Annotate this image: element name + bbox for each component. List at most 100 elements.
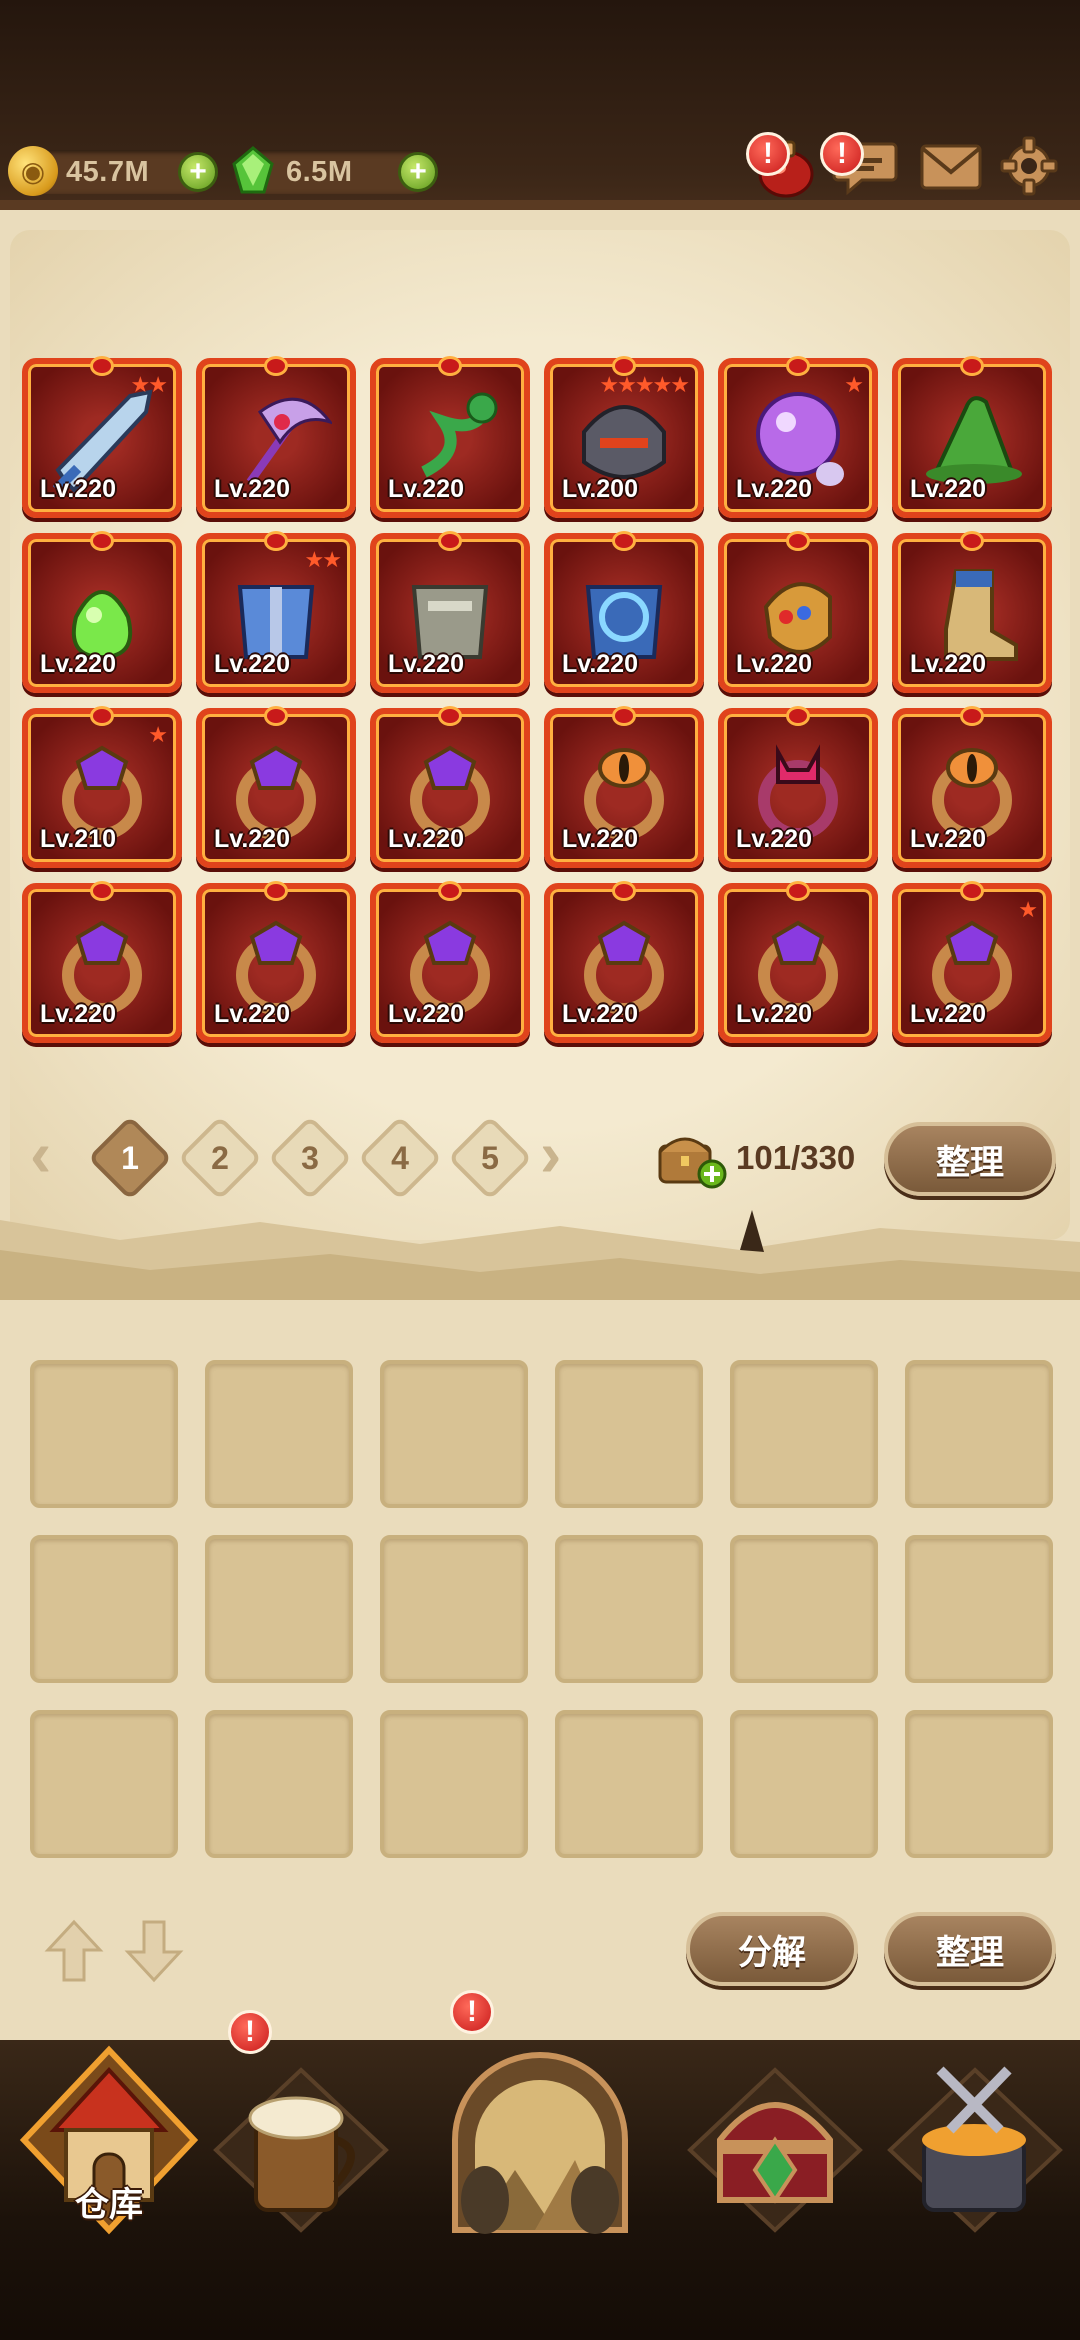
inventory-slot[interactable]	[205, 1360, 353, 1508]
item-level: Lv.220	[736, 475, 812, 503]
item-level: Lv.200	[562, 475, 638, 503]
top-bar: ◉ 45.7M + 6.5M + ! !	[0, 0, 1080, 230]
arrow-up-icon	[44, 1919, 104, 1982]
equipped-item[interactable]: Lv.220	[370, 531, 530, 693]
inventory-slot[interactable]	[555, 1360, 703, 1508]
treasure-chest-icon	[687, 2067, 863, 2233]
inventory-slot[interactable]	[380, 1710, 528, 1858]
item-level: Lv.220	[40, 650, 116, 678]
sort-descending-button[interactable]	[124, 1918, 184, 1984]
item-level: Lv.220	[562, 825, 638, 853]
rarity-gem	[612, 706, 636, 726]
rarity-gem	[438, 356, 462, 376]
item-level: Lv.220	[910, 1000, 986, 1028]
item-level: Lv.220	[910, 650, 986, 678]
star-rating: ★	[1018, 897, 1038, 922]
nav-warehouse[interactable]: 仓库	[14, 2030, 204, 2240]
inventory-slot[interactable]	[30, 1710, 178, 1858]
equipped-item[interactable]: Lv.220	[892, 356, 1052, 518]
equipped-item[interactable]: Lv.220	[544, 706, 704, 868]
sort-equipped-button[interactable]: 整理	[884, 1122, 1056, 1196]
inventory-slot[interactable]	[205, 1535, 353, 1683]
gold-coin-icon: ◉	[8, 146, 58, 196]
equipped-item[interactable]: ★ Lv.210	[22, 706, 182, 868]
equipped-item[interactable]: Lv.220	[718, 531, 878, 693]
equipped-item[interactable]: Lv.220	[370, 356, 530, 518]
adventure-portal-icon	[452, 2052, 628, 2234]
inventory-slot[interactable]	[905, 1710, 1053, 1858]
equipped-item[interactable]: ★ Lv.220	[718, 356, 878, 518]
item-level: Lv.220	[736, 650, 812, 678]
mail-button[interactable]	[916, 130, 986, 200]
inventory-slot[interactable]	[905, 1360, 1053, 1508]
chest-plus-icon	[658, 1137, 727, 1189]
equipped-item[interactable]: ★★ Lv.220	[196, 531, 356, 693]
equipped-item[interactable]: ★★ Lv.220	[22, 356, 182, 518]
equipped-item[interactable]: Lv.220	[544, 881, 704, 1043]
mail-icon	[920, 144, 982, 190]
equipped-item[interactable]: Lv.220	[718, 881, 878, 1043]
add-gold-button[interactable]: +	[178, 152, 218, 192]
item-level: Lv.220	[40, 1000, 116, 1028]
gem-value: 6.5M	[286, 156, 353, 188]
chat-alert-badge: !	[820, 132, 864, 176]
equipped-item[interactable]: Lv.220	[22, 881, 182, 1043]
rarity-gem	[612, 531, 636, 551]
item-level: Lv.220	[562, 1000, 638, 1028]
nav-tavern[interactable]	[206, 2030, 396, 2240]
inventory-slot[interactable]	[905, 1535, 1053, 1683]
rarity-gem	[90, 706, 114, 726]
rarity-gem	[90, 356, 114, 376]
equipped-item[interactable]: Lv.220	[370, 706, 530, 868]
item-level: Lv.220	[214, 1000, 290, 1028]
add-gems-button[interactable]: +	[398, 152, 438, 192]
rarity-gem	[264, 706, 288, 726]
sort-ascending-button[interactable]	[44, 1918, 104, 1984]
sort-inventory-button[interactable]: 整理	[884, 1912, 1056, 1986]
equipped-item[interactable]: Lv.220	[196, 356, 356, 518]
equipped-item[interactable]: Lv.220	[892, 531, 1052, 693]
equipped-item[interactable]: Lv.220	[370, 881, 530, 1043]
equipped-item[interactable]: ★ Lv.220	[892, 881, 1052, 1043]
item-level: Lv.220	[736, 825, 812, 853]
inventory-slot[interactable]	[555, 1535, 703, 1683]
inventory-slot[interactable]	[30, 1360, 178, 1508]
star-rating: ★★	[304, 547, 342, 572]
nav-adventure[interactable]	[445, 2030, 635, 2240]
gold-value: 45.7M	[66, 156, 150, 188]
arrow-down-icon	[124, 1920, 184, 1983]
inventory-slot[interactable]	[555, 1710, 703, 1858]
item-level: Lv.220	[736, 1000, 812, 1028]
star-rating: ★	[844, 372, 864, 397]
inventory-slot[interactable]	[380, 1535, 528, 1683]
item-level: Lv.220	[40, 475, 116, 503]
equipped-item[interactable]: Lv.220	[544, 531, 704, 693]
forge-icon	[887, 2066, 1063, 2233]
equipped-item[interactable]: Lv.220	[196, 881, 356, 1043]
dismantle-button[interactable]: 分解	[686, 1912, 858, 1986]
equipped-item[interactable]: Lv.220	[718, 706, 878, 868]
prev-page-button[interactable]: ‹	[30, 1122, 70, 1192]
equipped-item[interactable]: Lv.220	[22, 531, 182, 693]
nav-treasure[interactable]	[680, 2030, 870, 2240]
expand-bag-button[interactable]	[656, 1126, 728, 1190]
equipped-item[interactable]: Lv.220	[892, 706, 1052, 868]
inventory-slot[interactable]	[730, 1360, 878, 1508]
nav-forge[interactable]	[880, 2030, 1070, 2240]
green-crystal-icon	[228, 146, 278, 196]
inventory-slot[interactable]	[30, 1535, 178, 1683]
inventory-slot[interactable]	[380, 1360, 528, 1508]
star-rating: ★	[148, 722, 168, 747]
star-rating: ★★	[130, 372, 168, 397]
inventory-slot[interactable]	[205, 1710, 353, 1858]
rarity-gem	[438, 706, 462, 726]
equipped-item[interactable]: Lv.220	[196, 706, 356, 868]
equipped-item[interactable]: ★★★★★ Lv.200	[544, 356, 704, 518]
settings-button[interactable]	[994, 130, 1064, 200]
rarity-gem	[264, 881, 288, 901]
rarity-gem	[786, 356, 810, 376]
inventory-slot[interactable]	[730, 1710, 878, 1858]
next-page-button[interactable]: ›	[540, 1122, 580, 1192]
inventory-slot[interactable]	[730, 1535, 878, 1683]
item-level: Lv.220	[388, 1000, 464, 1028]
